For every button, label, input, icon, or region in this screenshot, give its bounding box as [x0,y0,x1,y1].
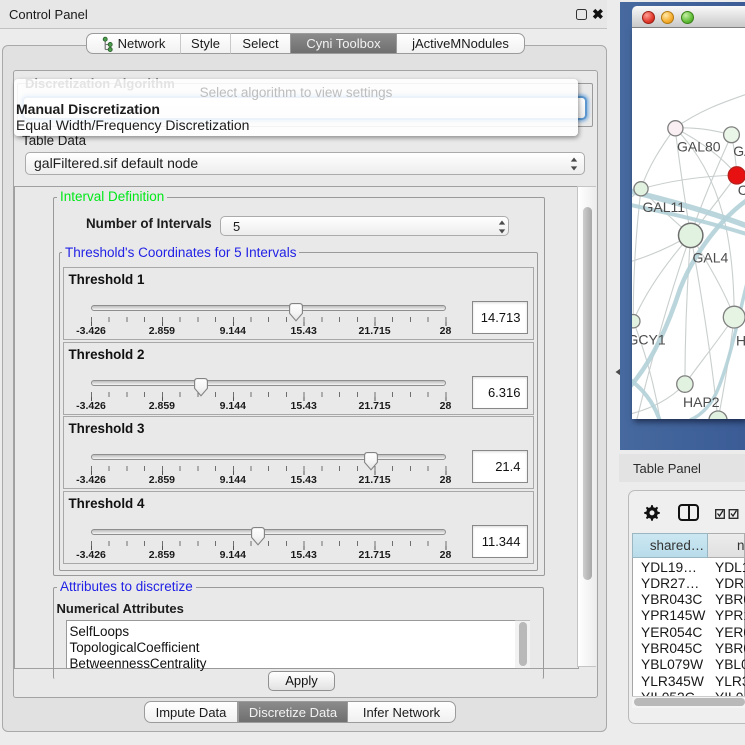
svg-text:H: H [736,333,745,349]
svg-text:C: C [738,182,745,198]
svg-text:HAP2: HAP2 [683,394,720,410]
svg-text:GAL80: GAL80 [677,139,721,155]
svg-text:GA: GA [733,143,745,159]
svg-text:GAL11: GAL11 [643,199,686,215]
svg-text:GAL4: GAL4 [693,250,729,266]
svg-text:GCY1: GCY1 [632,332,666,348]
